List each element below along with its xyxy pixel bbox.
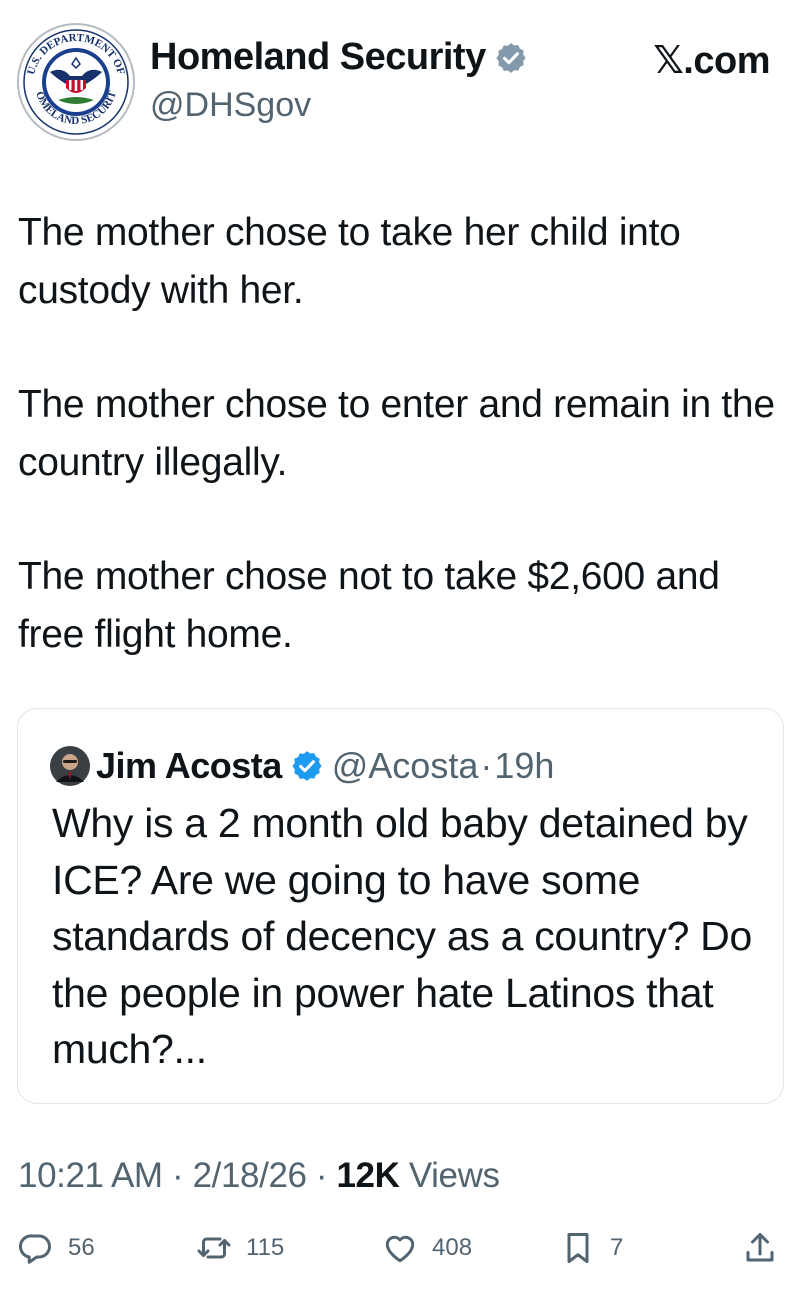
share-button[interactable] bbox=[742, 1230, 778, 1266]
author-display-name[interactable]: Homeland Security bbox=[150, 36, 486, 79]
meta-separator: · bbox=[306, 1156, 337, 1195]
post-time[interactable]: 10:21 AM bbox=[18, 1156, 163, 1195]
views-label: Views bbox=[399, 1156, 500, 1195]
like-button[interactable]: 408 bbox=[382, 1230, 472, 1266]
quoted-post-time: 19h bbox=[494, 745, 555, 786]
meta-separator: · bbox=[162, 1156, 193, 1195]
repost-icon bbox=[197, 1237, 231, 1259]
reply-button[interactable]: 56 bbox=[18, 1230, 95, 1266]
post-text: The mother chose to take her child into … bbox=[18, 204, 788, 720]
action-bar: 56 115 408 7 bbox=[0, 1230, 800, 1280]
quoted-post-header: Jim Acosta @Acosta · 19h bbox=[50, 745, 554, 787]
author-handle[interactable]: @DHSgov bbox=[150, 86, 311, 125]
like-count: 408 bbox=[432, 1234, 473, 1261]
author-name-row: Homeland Security bbox=[150, 36, 528, 79]
quoted-separator: · bbox=[480, 745, 493, 786]
x-site-label: 𝕏.com bbox=[653, 40, 770, 82]
bookmark-icon bbox=[567, 1233, 589, 1263]
heart-icon bbox=[385, 1235, 415, 1263]
bookmark-button[interactable]: 7 bbox=[560, 1230, 623, 1266]
quoted-post-text: Why is a 2 month old baby detained by IC… bbox=[52, 800, 752, 1072]
post-paragraph: The mother chose to take her child into … bbox=[18, 211, 681, 312]
post-meta: 10:21 AM · 2/18/26 · 12K Views bbox=[18, 1156, 500, 1196]
quoted-author-avatar bbox=[50, 746, 90, 786]
quoted-post-card[interactable]: Jim Acosta @Acosta · 19h Why is a 2 mont… bbox=[17, 708, 784, 1104]
verified-badge-blue-icon bbox=[292, 751, 322, 781]
share-icon bbox=[746, 1233, 774, 1262]
reply-icon bbox=[18, 1234, 51, 1264]
post-paragraph: The mother chose not to take $2,600 and … bbox=[18, 555, 720, 656]
bookmark-count: 7 bbox=[610, 1234, 624, 1261]
reply-count: 56 bbox=[68, 1234, 95, 1261]
views-count: 12K bbox=[336, 1156, 400, 1195]
verified-badge-gray-icon bbox=[496, 42, 526, 73]
repost-count: 115 bbox=[246, 1234, 285, 1261]
repost-button[interactable]: 115 bbox=[196, 1230, 284, 1266]
post-date[interactable]: 2/18/26 bbox=[193, 1156, 307, 1195]
post-paragraph: The mother chose to enter and remain in … bbox=[18, 383, 775, 484]
quoted-author-name: Jim Acosta bbox=[96, 745, 282, 786]
post-screenshot: U.S. DEPARTMENT OF HOMELAND SECURITY Hom… bbox=[0, 0, 800, 1290]
quoted-author-handle: @Acosta bbox=[331, 745, 479, 786]
dhs-seal-icon[interactable]: U.S. DEPARTMENT OF HOMELAND SECURITY bbox=[16, 22, 136, 142]
